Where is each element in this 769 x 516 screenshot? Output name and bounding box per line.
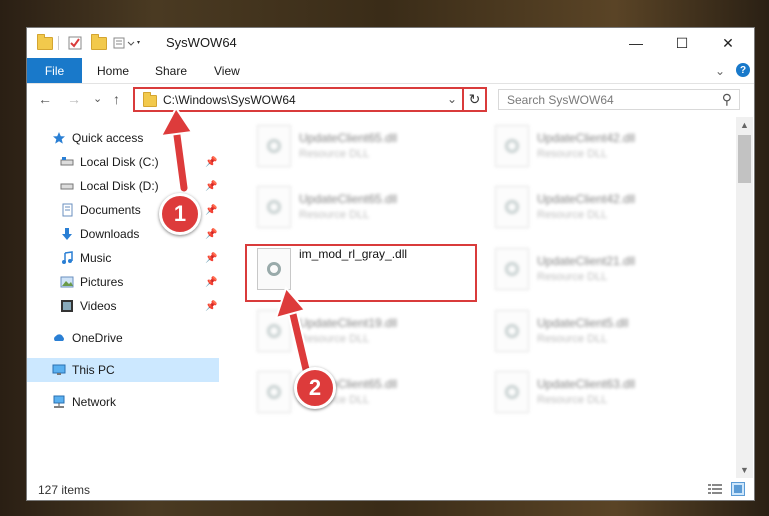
arrow-1 <box>159 106 194 194</box>
step-marker-2: 2 <box>294 367 336 409</box>
annotation-arrows <box>159 106 314 384</box>
step-marker-1: 1 <box>159 193 201 235</box>
arrow-2 <box>274 286 314 384</box>
